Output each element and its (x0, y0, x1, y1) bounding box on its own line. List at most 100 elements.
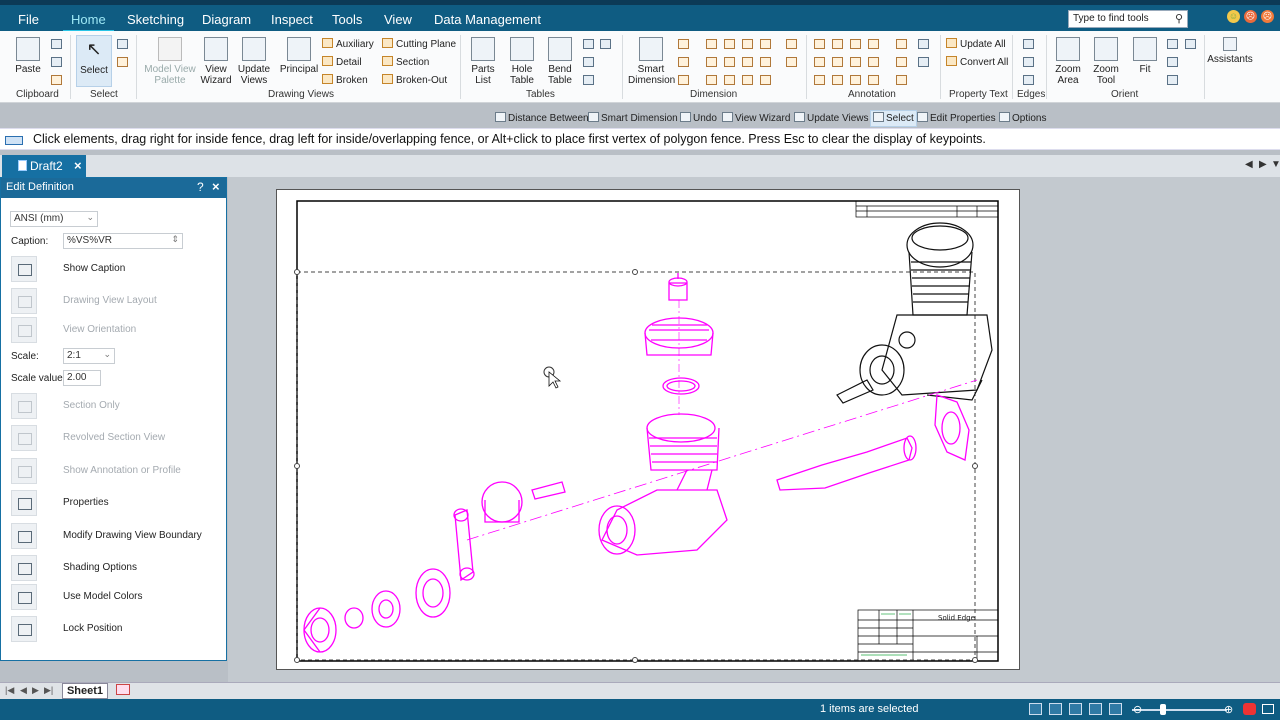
orient-tool-icon[interactable] (1167, 75, 1178, 85)
dimension-tool-icon[interactable] (706, 57, 717, 67)
dimension-tool-icon[interactable] (706, 39, 717, 49)
menu-home[interactable]: Home (63, 12, 114, 33)
dimension-tool-icon[interactable] (742, 75, 753, 85)
update-views-cmd-button[interactable]: Update Views (794, 112, 869, 124)
next-sheet-icon[interactable]: ▶ (32, 685, 39, 696)
dimension-tool-icon[interactable] (706, 75, 717, 85)
annotation-tool-icon[interactable] (850, 57, 861, 67)
table-icon[interactable] (583, 75, 594, 85)
dimension-tool-icon[interactable] (724, 57, 735, 67)
zoom-tool-button[interactable]: Zoom Tool (1091, 37, 1121, 86)
section-only-option[interactable]: Section Only (11, 393, 221, 419)
help-icon[interactable]: ? (197, 180, 204, 194)
broken-button[interactable]: Broken (322, 74, 368, 86)
annotation-tool-icon[interactable] (832, 75, 843, 85)
options-button[interactable]: Options (999, 112, 1046, 124)
dimension-tool-icon[interactable] (678, 39, 689, 49)
video-icon[interactable] (1243, 703, 1256, 715)
tab-scroll-left-icon[interactable]: ◀ (1245, 159, 1253, 170)
show-caption-option[interactable]: Show Caption (11, 256, 221, 282)
keyboard-icon[interactable] (5, 136, 23, 145)
drawing-view-layout-option[interactable]: Drawing View Layout (11, 288, 221, 314)
copy-icon[interactable] (51, 57, 62, 67)
menu-diagram[interactable]: Diagram (202, 12, 251, 27)
menu-data-management[interactable]: Data Management (434, 12, 541, 27)
fit-button[interactable]: Fit (1130, 37, 1160, 75)
undo-button[interactable]: Undo (680, 112, 717, 124)
annotation-tool-icon[interactable] (896, 57, 907, 67)
use-model-colors-option[interactable]: Use Model Colors (11, 584, 221, 610)
section-button[interactable]: Section (382, 56, 429, 68)
distance-between-button[interactable]: Distance Between (495, 112, 589, 124)
edges-icon[interactable] (1023, 39, 1034, 49)
close-icon[interactable]: × (74, 158, 82, 173)
document-tab[interactable]: Draft2 × (2, 155, 86, 177)
new-sheet-icon[interactable] (116, 684, 130, 695)
table-icon[interactable] (583, 39, 594, 49)
dimension-tool-icon[interactable] (786, 57, 797, 67)
menu-sketching[interactable]: Sketching (127, 12, 184, 27)
update-views-button[interactable]: Update Views (237, 37, 271, 86)
annotation-tool-icon[interactable] (832, 39, 843, 49)
select-cmd-button[interactable]: Select (870, 110, 917, 127)
dimension-tool-icon[interactable] (742, 57, 753, 67)
menu-file[interactable]: File (18, 12, 39, 27)
annotation-tool-icon[interactable] (896, 39, 907, 49)
zoom-area-icon[interactable] (1089, 703, 1102, 715)
annotation-tool-icon[interactable] (832, 57, 843, 67)
annotation-tool-icon[interactable] (814, 39, 825, 49)
smile-feedback-icon[interactable]: ☺ (1227, 10, 1240, 23)
table-icon[interactable] (600, 39, 611, 49)
principal-button[interactable]: Principal (279, 37, 319, 75)
find-tools-input[interactable]: Type to find tools ⚲ (1068, 10, 1188, 28)
dimension-tool-icon[interactable] (760, 39, 771, 49)
standard-select[interactable]: ANSI (mm) ⌄ (10, 211, 98, 227)
tab-scroll-right-icon[interactable]: ▶ (1259, 159, 1267, 170)
annotation-tool-icon[interactable] (918, 39, 929, 49)
fit-icon[interactable] (1109, 703, 1122, 715)
select-option-icon[interactable] (117, 39, 128, 49)
annotation-tool-icon[interactable] (868, 75, 879, 85)
edit-properties-button[interactable]: Edit Properties (917, 112, 996, 124)
parts-list-button[interactable]: Parts List (468, 37, 498, 86)
select-filter-icon[interactable] (117, 57, 128, 67)
bend-table-button[interactable]: Bend Table (545, 37, 575, 86)
search-icon[interactable]: ⚲ (1175, 12, 1183, 25)
detail-button[interactable]: Detail (322, 56, 362, 68)
annotation-tool-icon[interactable] (850, 75, 861, 85)
update-all-button[interactable]: Update All (946, 38, 1006, 50)
frown-feedback-icon[interactable]: ☹ (1244, 10, 1257, 23)
dimension-tool-icon[interactable] (724, 39, 735, 49)
cut-icon[interactable] (51, 39, 62, 49)
dimension-tool-icon[interactable] (742, 39, 753, 49)
cutting-plane-button[interactable]: Cutting Plane (382, 38, 456, 50)
first-sheet-icon[interactable]: |◀ (5, 685, 14, 696)
drawing-svg[interactable]: Solid Edge (277, 190, 1021, 671)
dimension-tool-icon[interactable] (678, 57, 689, 67)
convert-all-button[interactable]: Convert All (946, 56, 1008, 68)
zoom-out-icon[interactable]: ⊖ (1133, 703, 1142, 716)
edges-icon[interactable] (1023, 57, 1034, 67)
caption-input[interactable]: %VS%VR ⇕ (63, 233, 183, 249)
close-icon[interactable]: × (212, 179, 220, 194)
modify-boundary-option[interactable]: Modify Drawing View Boundary (11, 523, 221, 549)
orient-tool-icon[interactable] (1167, 39, 1178, 49)
view-wizard-button[interactable]: View Wizard (200, 37, 232, 86)
hole-table-button[interactable]: Hole Table (507, 37, 537, 86)
orient-tool-icon[interactable] (1185, 39, 1196, 49)
paste-button[interactable]: Paste (12, 37, 44, 75)
sheet-tab-sheet1[interactable]: Sheet1 (62, 683, 108, 699)
prev-sheet-icon[interactable]: ◀ (20, 685, 27, 696)
format-painter-icon[interactable] (51, 75, 62, 85)
tab-list-icon[interactable]: ▼ (1271, 159, 1280, 170)
pan-icon[interactable] (1069, 703, 1082, 715)
annotation-tool-icon[interactable] (850, 39, 861, 49)
dimension-tool-icon[interactable] (678, 75, 689, 85)
annotation-tool-icon[interactable] (814, 75, 825, 85)
share-icon[interactable] (1262, 704, 1274, 714)
last-sheet-icon[interactable]: ▶| (44, 685, 53, 696)
view-orientation-option[interactable]: View Orientation (11, 317, 221, 343)
annotation-tool-icon[interactable] (814, 57, 825, 67)
zoom-slider-handle[interactable] (1160, 704, 1166, 715)
table-icon[interactable] (583, 57, 594, 67)
